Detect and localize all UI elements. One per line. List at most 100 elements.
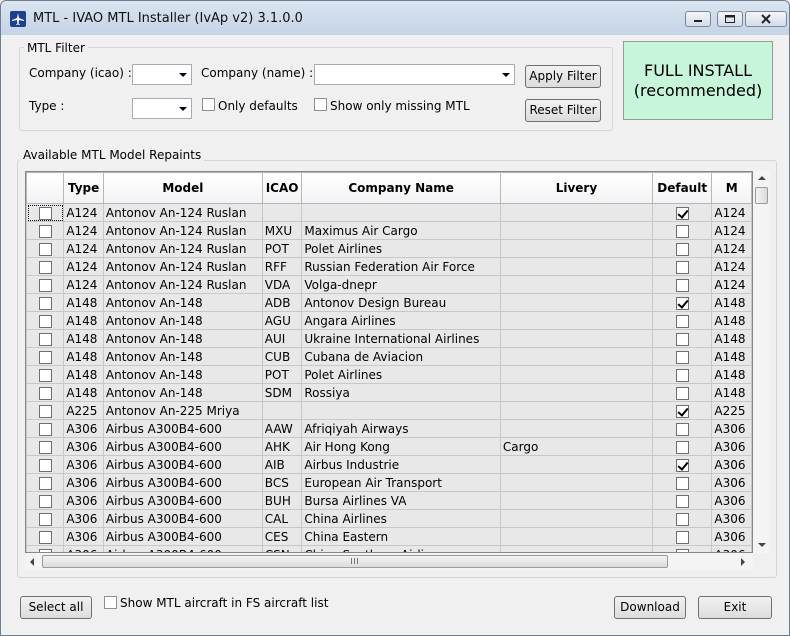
table-row[interactable]: A306 Airbus A300B4-600 CES China Eastern A30… bbox=[26, 527, 752, 546]
row-select-checkbox[interactable] bbox=[38, 314, 52, 328]
default-checkbox[interactable] bbox=[675, 368, 689, 382]
table-row[interactable]: A306 Airbus A300B4-600 BUH Bursa Airlines V… bbox=[26, 491, 752, 510]
row-select-cell[interactable] bbox=[26, 383, 65, 402]
show-in-fs-checkbox[interactable] bbox=[104, 596, 117, 609]
row-select-cell[interactable] bbox=[26, 311, 65, 330]
default-checkbox[interactable] bbox=[675, 332, 689, 346]
vertical-scroll-thumb[interactable] bbox=[755, 187, 768, 204]
cell-default[interactable] bbox=[651, 311, 713, 330]
row-select-checkbox[interactable] bbox=[38, 386, 52, 400]
table-row[interactable]: A124 Antonov An-124 Ruslan MXU Maximus Air … bbox=[26, 221, 752, 240]
scroll-down-icon[interactable] bbox=[758, 543, 766, 547]
header-icao[interactable]: ICAO bbox=[261, 172, 303, 204]
table-row[interactable]: A306 Airbus A300B4-600 AIB Airbus Industrie… bbox=[26, 455, 752, 474]
horizontal-scroll-thumb[interactable] bbox=[42, 555, 668, 568]
default-checkbox[interactable] bbox=[675, 314, 689, 328]
cell-default[interactable] bbox=[651, 383, 713, 402]
row-select-cell[interactable] bbox=[26, 221, 65, 240]
cell-default[interactable] bbox=[651, 365, 713, 384]
row-select-cell[interactable] bbox=[26, 545, 65, 552]
row-select-cell[interactable] bbox=[26, 203, 65, 222]
scroll-right-icon[interactable] bbox=[741, 558, 745, 566]
default-checkbox[interactable] bbox=[675, 494, 689, 508]
header-default[interactable]: Default bbox=[651, 172, 713, 204]
table-row[interactable]: A225 Antonov An-225 Mriya A225 bbox=[26, 401, 752, 420]
cell-default[interactable] bbox=[651, 239, 713, 258]
row-select-cell[interactable] bbox=[26, 347, 65, 366]
table-row[interactable]: A148 Antonov An-148 AGU Angara Airlines A148 bbox=[26, 311, 752, 330]
table-row[interactable]: A306 Airbus A300B4-600 AHK Air Hong Kong Car… bbox=[26, 437, 752, 456]
cell-default[interactable] bbox=[651, 437, 713, 456]
row-select-checkbox[interactable] bbox=[38, 350, 52, 364]
row-select-cell[interactable] bbox=[26, 293, 65, 312]
default-checkbox[interactable] bbox=[675, 386, 689, 400]
row-select-cell[interactable] bbox=[26, 365, 65, 384]
row-select-checkbox[interactable] bbox=[38, 494, 52, 508]
row-select-checkbox[interactable] bbox=[38, 224, 52, 238]
default-checkbox[interactable] bbox=[675, 404, 689, 418]
cell-default[interactable] bbox=[651, 545, 713, 552]
table-row[interactable]: A148 Antonov An-148 ADB Antonov Design Bure… bbox=[26, 293, 752, 312]
full-install-button[interactable]: FULL INSTALL (recommended) bbox=[623, 41, 773, 120]
table-row[interactable]: A306 Airbus A300B4-600 BCS European Air Tra… bbox=[26, 473, 752, 492]
cell-default[interactable] bbox=[651, 419, 713, 438]
table-row[interactable]: A148 Antonov An-148 AUI Ukraine Internation… bbox=[26, 329, 752, 348]
row-select-checkbox[interactable] bbox=[38, 296, 52, 310]
apply-filter-button[interactable]: Apply Filter bbox=[525, 65, 601, 88]
scroll-up-icon[interactable] bbox=[758, 176, 766, 180]
default-checkbox[interactable] bbox=[675, 350, 689, 364]
table-row[interactable]: A148 Antonov An-148 CUB Cubana de Aviacion A… bbox=[26, 347, 752, 366]
row-select-checkbox[interactable] bbox=[38, 440, 52, 454]
row-select-cell[interactable] bbox=[26, 473, 65, 492]
cell-default[interactable] bbox=[651, 401, 713, 420]
select-all-button[interactable]: Select all bbox=[20, 596, 92, 619]
default-checkbox[interactable] bbox=[675, 440, 689, 454]
maximize-button[interactable] bbox=[717, 11, 743, 27]
table-row[interactable]: A306 Airbus A300B4-600 AAW Afriqiyah Airway… bbox=[26, 419, 752, 438]
horizontal-scrollbar[interactable] bbox=[25, 553, 753, 570]
default-checkbox[interactable] bbox=[675, 512, 689, 526]
default-checkbox[interactable] bbox=[675, 260, 689, 274]
row-select-cell[interactable] bbox=[26, 437, 65, 456]
header-type[interactable]: Type bbox=[63, 172, 104, 204]
header-select[interactable] bbox=[26, 172, 65, 204]
cell-default[interactable] bbox=[651, 509, 713, 528]
table-row[interactable]: A148 Antonov An-148 SDM Rossiya A148 bbox=[26, 383, 752, 402]
row-select-cell[interactable] bbox=[26, 401, 65, 420]
cell-default[interactable] bbox=[651, 275, 713, 294]
type-combo[interactable] bbox=[132, 98, 192, 119]
cell-default[interactable] bbox=[651, 221, 713, 240]
row-select-checkbox[interactable] bbox=[38, 206, 52, 220]
reset-filter-button[interactable]: Reset Filter bbox=[525, 99, 601, 122]
cell-default[interactable] bbox=[651, 293, 713, 312]
cell-default[interactable] bbox=[651, 203, 713, 222]
table-row[interactable]: A124 Antonov An-124 Ruslan POT Polet Airlin… bbox=[26, 239, 752, 258]
cell-default[interactable] bbox=[651, 257, 713, 276]
minimize-button[interactable] bbox=[685, 11, 711, 27]
default-checkbox[interactable] bbox=[675, 224, 689, 238]
row-select-cell[interactable] bbox=[26, 455, 65, 474]
row-select-checkbox[interactable] bbox=[38, 242, 52, 256]
download-button[interactable]: Download bbox=[614, 596, 686, 619]
cell-default[interactable] bbox=[651, 491, 713, 510]
title-bar[interactable]: MTL - IVAO MTL Installer (IvAp v2) 3.1.0… bbox=[1, 1, 789, 35]
default-checkbox[interactable] bbox=[675, 476, 689, 490]
company-name-combo[interactable] bbox=[314, 64, 515, 85]
row-select-checkbox[interactable] bbox=[38, 368, 52, 382]
table-row[interactable]: A124 Antonov An-124 Ruslan A124 bbox=[26, 203, 752, 222]
row-select-checkbox[interactable] bbox=[38, 332, 52, 346]
default-checkbox[interactable] bbox=[675, 530, 689, 544]
header-m[interactable]: M bbox=[711, 172, 752, 204]
repaints-grid[interactable]: Type Model ICAO Company Name Livery Defa… bbox=[25, 171, 753, 553]
row-select-checkbox[interactable] bbox=[38, 476, 52, 490]
company-icao-combo[interactable] bbox=[132, 64, 192, 85]
default-checkbox[interactable] bbox=[675, 278, 689, 292]
header-company[interactable]: Company Name bbox=[301, 172, 501, 204]
default-checkbox[interactable] bbox=[675, 458, 689, 472]
row-select-checkbox[interactable] bbox=[38, 260, 52, 274]
cell-default[interactable] bbox=[651, 455, 713, 474]
table-row[interactable]: A306 Airbus A300B4-600 CAL China Airlines A3… bbox=[26, 509, 752, 528]
row-select-checkbox[interactable] bbox=[38, 530, 52, 544]
cell-default[interactable] bbox=[651, 329, 713, 348]
row-select-cell[interactable] bbox=[26, 527, 65, 546]
